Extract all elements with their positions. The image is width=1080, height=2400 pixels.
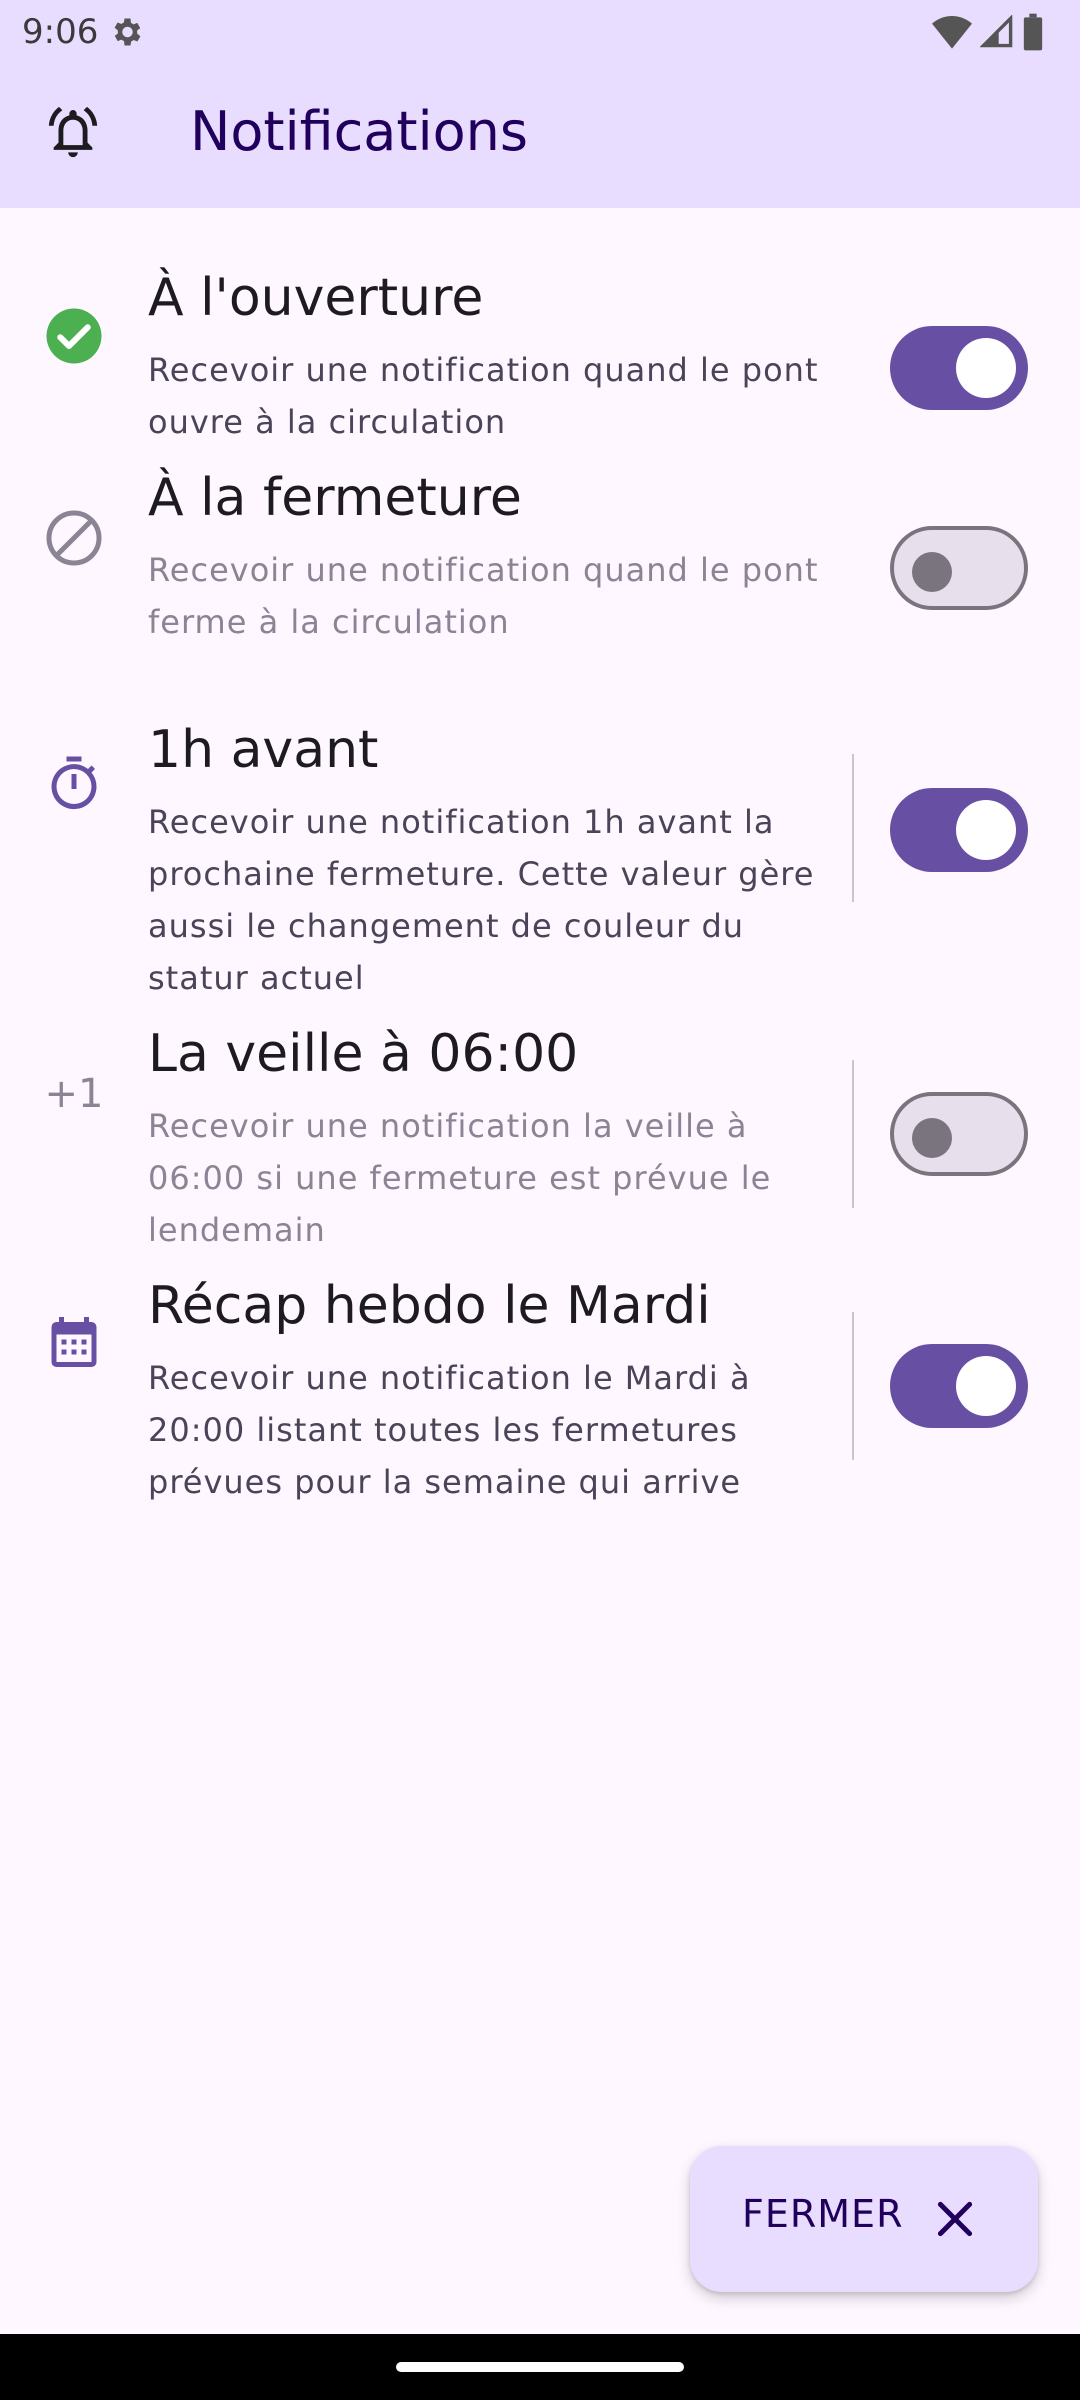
settings-gear-icon	[114, 18, 141, 46]
vertical-divider	[852, 1060, 854, 1208]
home-indicator[interactable]	[396, 2362, 684, 2372]
app-bar: Notifications	[0, 64, 1080, 208]
setting-title: 1h avant	[148, 720, 379, 780]
check-circle-icon	[46, 308, 102, 364]
vertical-divider	[852, 754, 854, 902]
closing-toggle[interactable]	[890, 526, 1028, 610]
setting-row-closing: À la fermeture Recevoir une notification…	[0, 468, 1080, 648]
setting-description: Recevoir une notification quand le pont …	[148, 351, 819, 441]
weekly-recap-toggle[interactable]	[890, 1344, 1028, 1428]
toggle-thumb	[956, 800, 1016, 860]
status-icons	[932, 12, 1044, 52]
setting-description: Recevoir une notification quand le pont …	[148, 551, 819, 641]
vertical-divider	[852, 1312, 854, 1460]
close-fab-button[interactable]: FERMER	[690, 2146, 1038, 2292]
toggle-thumb	[912, 1118, 952, 1158]
toggle-thumb	[956, 1356, 1016, 1416]
calendar-icon	[51, 1317, 97, 1367]
setting-row-day-before: +1 La veille à 06:00 Recevoir une notifi…	[0, 1024, 1080, 1264]
fab-label: FERMER	[742, 2192, 904, 2236]
setting-description: Recevoir une notification la veille à 06…	[148, 1107, 772, 1249]
toggle-thumb	[912, 552, 952, 592]
setting-title: Récap hebdo le Mardi	[148, 1276, 711, 1336]
setting-row-weekly-recap: Récap hebdo le Mardi Recevoir une notifi…	[0, 1276, 1080, 1516]
block-icon	[46, 510, 102, 566]
page-title: Notifications	[190, 100, 528, 163]
top-app-bar-container: 9:06 Notifications	[0, 0, 1080, 208]
setting-description: Recevoir une notification 1h avant la pr…	[148, 803, 815, 997]
setting-title: À l'ouverture	[148, 268, 484, 328]
opening-toggle[interactable]	[890, 326, 1028, 410]
status-bar: 9:06	[0, 0, 1080, 64]
setting-title: À la fermeture	[148, 468, 522, 528]
setting-description: Recevoir une notification le Mardi à 20:…	[148, 1359, 751, 1501]
notifications-screen: 9:06 Notifications À l'ouverture Recevoi…	[0, 0, 1080, 2400]
setting-title: La veille à 06:00	[148, 1024, 579, 1084]
setting-row-1h-before: 1h avant Recevoir une notification 1h av…	[0, 720, 1080, 1010]
bell-alert-icon	[48, 106, 98, 158]
day-before-toggle[interactable]	[890, 1092, 1028, 1176]
battery-icon	[1023, 13, 1043, 51]
setting-row-opening: À l'ouverture Recevoir une notification …	[0, 268, 1080, 448]
close-icon	[937, 2201, 973, 2237]
wifi-icon	[932, 16, 972, 49]
1h-before-toggle[interactable]	[890, 788, 1028, 872]
cellular-signal-icon	[980, 15, 1013, 48]
system-navigation-bar	[0, 2334, 1080, 2400]
timer-icon	[51, 756, 97, 810]
toggle-thumb	[956, 338, 1016, 398]
plus-one-icon: +1	[44, 1071, 104, 1117]
status-time: 9:06	[22, 12, 99, 52]
